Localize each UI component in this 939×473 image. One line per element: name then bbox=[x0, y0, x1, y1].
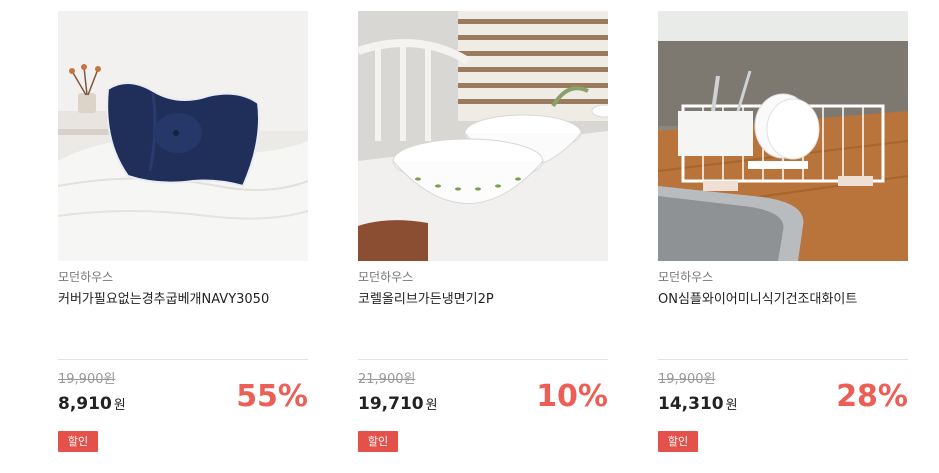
sale-price: 14,310 원 bbox=[658, 392, 738, 418]
product-name-link[interactable]: 코렐올리브가든냉면기2P bbox=[358, 291, 494, 309]
product-card[interactable]: 모던하우스 코렐올리브가든냉면기2P 21,900원 19,710 원 10% 할… bbox=[358, 11, 608, 466]
navy-pillow-photo-icon bbox=[58, 11, 308, 261]
product-name-link[interactable]: 커버가필요없는경추굽베개NAVY3050 bbox=[58, 291, 269, 309]
original-price: 19,900원 bbox=[658, 372, 716, 387]
sale-price-value: 8,910 bbox=[58, 394, 112, 414]
product-image-link[interactable] bbox=[58, 11, 308, 261]
product-card[interactable]: 모던하우스 커버가필요없는경추굽베개NAVY3050 19,900원 8,910… bbox=[58, 11, 308, 466]
original-price: 21,900원 bbox=[358, 372, 416, 387]
sale-price-value: 19,710 bbox=[358, 394, 424, 414]
original-price: 19,900원 bbox=[58, 372, 116, 387]
brand-name: 모던하우스 bbox=[658, 270, 714, 284]
product-card[interactable]: 모던하우스 ON심플와이어미니식기건조대화이트 19,900원 14,310 원 … bbox=[658, 11, 908, 466]
sale-badge: 할인 bbox=[658, 431, 698, 452]
currency-unit: 원 bbox=[425, 398, 438, 413]
sale-price: 8,910 원 bbox=[58, 392, 126, 418]
discount-rate: 28% bbox=[836, 379, 908, 414]
currency-unit: 원 bbox=[113, 398, 126, 413]
divider bbox=[658, 359, 908, 360]
divider bbox=[358, 359, 608, 360]
product-name-link[interactable]: ON심플와이어미니식기건조대화이트 bbox=[658, 291, 857, 309]
sale-badge: 할인 bbox=[358, 431, 398, 452]
discount-rate: 10% bbox=[536, 379, 608, 414]
sale-price: 19,710 원 bbox=[358, 392, 438, 418]
divider bbox=[58, 359, 308, 360]
discount-rate: 55% bbox=[236, 379, 308, 414]
sale-badge: 할인 bbox=[58, 431, 98, 452]
product-image-link[interactable] bbox=[658, 11, 908, 261]
product-image-link[interactable] bbox=[358, 11, 608, 261]
sale-price-value: 14,310 bbox=[658, 394, 724, 414]
brand-name: 모던하우스 bbox=[58, 270, 114, 284]
dish-rack-photo-icon bbox=[658, 11, 908, 261]
brand-name: 모던하우스 bbox=[358, 270, 414, 284]
currency-unit: 원 bbox=[725, 398, 738, 413]
white-bowls-photo-icon bbox=[358, 11, 608, 261]
